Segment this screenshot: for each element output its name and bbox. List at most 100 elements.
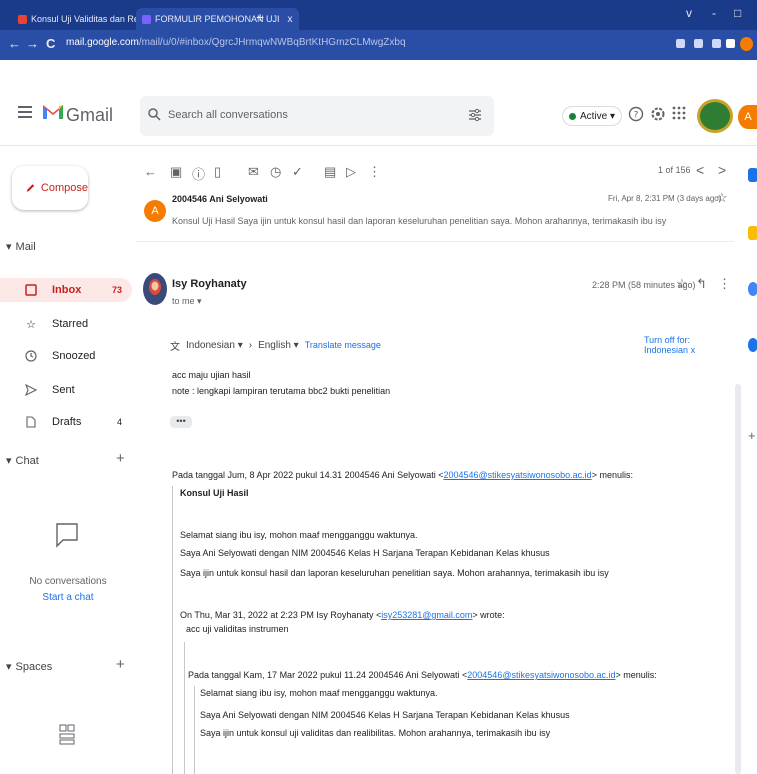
nested-line: Saya Ani Selyowati dengan NIM 2004546 Ke… <box>200 710 570 720</box>
tab-close-icon[interactable]: x <box>288 14 293 25</box>
gmail-wordmark: Gmail <box>66 105 114 125</box>
get-addons-plus-icon[interactable]: + <box>748 428 756 443</box>
inbox-icon <box>24 284 38 296</box>
chat-section-header[interactable]: ▾ Chat <box>6 454 39 468</box>
chevron-down-icon: ▾ <box>6 661 12 673</box>
search-options-icon[interactable] <box>468 108 482 122</box>
browser-tab-bar: Konsul Uji Validitas dan Reliabili x FOR… <box>0 0 757 30</box>
turn-off-translate-link[interactable]: Turn off for: Indonesian x <box>644 335 730 355</box>
mail-section-header[interactable]: ▾ Mail <box>6 240 36 254</box>
show-trimmed-content-button[interactable]: ••• <box>170 416 192 428</box>
close-icon[interactable]: x <box>691 345 696 355</box>
search-input[interactable]: Search all conversations <box>168 109 288 121</box>
sidebar-item-starred[interactable]: ☆ Starred <box>0 312 132 336</box>
quoted-subject: Konsul Uji Hasil <box>180 488 249 498</box>
search-icon[interactable] <box>148 108 161 121</box>
organization-logo[interactable] <box>697 99 733 133</box>
email-link[interactable]: isy253281@gmail.com <box>381 610 472 620</box>
bookmark-star-icon[interactable] <box>712 39 721 48</box>
new-space-plus-icon[interactable]: + <box>116 656 125 673</box>
collapsed-message[interactable]: A 2004546 Ani Selyowati Fri, Apr 8, 2:31… <box>136 190 734 242</box>
delete-icon[interactable]: ▯ <box>214 164 221 180</box>
translate-bar: 文 Indonesian ▾ › English ▾ Translate mes… <box>170 332 730 358</box>
sidebar-item-sent[interactable]: Sent <box>0 378 132 402</box>
newer-button[interactable]: > <box>718 162 726 178</box>
sidebar-item-drafts[interactable]: Drafts 4 <box>0 410 132 434</box>
quote-bar <box>172 486 173 774</box>
chat-bubble-icon <box>56 523 78 548</box>
more-options-icon[interactable]: ⋮ <box>368 164 381 180</box>
start-chat-link[interactable]: Start a chat <box>0 592 136 603</box>
snooze-icon[interactable]: ◷ <box>270 164 281 180</box>
spaces-section-header[interactable]: ▾ Spaces <box>6 660 52 674</box>
add-task-icon[interactable]: ✓ <box>292 164 303 180</box>
search-bar[interactable]: Search all conversations <box>140 96 494 136</box>
report-spam-icon[interactable]: ⓘ <box>192 164 205 183</box>
keep-icon[interactable] <box>748 226 757 240</box>
forward-button[interactable]: → <box>26 37 39 51</box>
on-wrote-line: On Thu, Mar 31, 2022 at 2:23 PM Isy Royh… <box>180 610 505 620</box>
label-icon[interactable]: ▷ <box>346 164 356 180</box>
forms-favicon-icon <box>142 14 151 24</box>
main-menu-icon[interactable] <box>18 106 32 118</box>
contacts-icon[interactable] <box>748 338 757 352</box>
email-link[interactable]: 2004546@stikesyatsiwonosobo.ac.id <box>467 670 615 680</box>
account-avatar[interactable]: A <box>738 105 757 129</box>
older-button[interactable]: < <box>696 162 704 178</box>
back-to-inbox-icon[interactable]: ← <box>144 164 157 179</box>
minimize-button[interactable]: - <box>712 6 716 20</box>
calendar-icon[interactable] <box>748 168 757 182</box>
move-to-icon[interactable]: ▤ <box>324 164 336 180</box>
recipient-details[interactable]: to me ▾ <box>172 296 202 307</box>
gmail-favicon-icon <box>18 14 27 24</box>
previous-sender: 2004546 Ani Selyowati <box>172 194 268 204</box>
tab-search-icon[interactable]: v <box>686 6 692 20</box>
sidebar-item-inbox[interactable]: Inbox 73 <box>0 278 132 302</box>
send-icon <box>24 384 38 396</box>
compose-button[interactable]: Compose <box>12 166 88 210</box>
maximize-button[interactable]: □ <box>734 6 741 20</box>
gmail-logo-icon[interactable] <box>42 102 64 120</box>
source-language-select[interactable]: Indonesian ▾ <box>186 340 243 351</box>
extension-icon[interactable] <box>726 39 735 48</box>
reload-button[interactable]: C <box>46 37 55 51</box>
sidebar-item-snoozed[interactable]: Snoozed <box>0 344 132 368</box>
more-vert-icon[interactable]: ⋮ <box>718 276 731 292</box>
chat-section-label: Chat <box>15 454 39 467</box>
star-icon[interactable]: ☆ <box>716 190 728 206</box>
tasks-icon[interactable] <box>748 282 757 296</box>
location-icon[interactable] <box>676 39 685 48</box>
archive-icon[interactable]: ▣ <box>170 164 182 180</box>
message-scrollbar[interactable] <box>735 384 741 774</box>
target-language-select[interactable]: English ▾ <box>258 340 299 351</box>
apps-grid-icon[interactable] <box>672 106 686 120</box>
share-icon[interactable] <box>694 39 703 48</box>
email-link[interactable]: 2004546@stikesyatsiwonosobo.ac.id <box>443 470 591 480</box>
message-view: ← ▣ ⓘ ▯ ✉ ◷ ✓ ▤ ▷ ⋮ 1 of 156 < > A 20045… <box>136 146 734 774</box>
status-dropdown[interactable]: Active ▾ <box>562 106 623 126</box>
reply-icon[interactable]: ↰ <box>696 276 707 292</box>
gmail-header: Gmail Search all conversations Active ▾ … <box>0 60 757 146</box>
nested-prefix: Pada tanggal Kam, 17 Mar 2022 pukul 11.2… <box>188 670 468 680</box>
sidebar-item-label: Starred <box>52 318 89 330</box>
quoted-line: Saya ijin untuk konsul hasil dan laporan… <box>180 568 609 578</box>
previous-snippet: Konsul Uji Hasil Saya ijin untuk konsul … <box>172 216 667 226</box>
translate-message-link[interactable]: Translate message <box>305 340 381 350</box>
sender-photo[interactable] <box>142 272 168 306</box>
profile-icon[interactable] <box>740 37 753 51</box>
no-conversations-text: No conversations <box>29 576 107 587</box>
address-bar[interactable]: mail.google.com/mail/u/0/#inbox/QgrcJHrm… <box>66 37 406 48</box>
back-button[interactable]: ← <box>8 37 21 51</box>
settings-gear-icon[interactable] <box>650 106 666 122</box>
new-tab-button[interactable]: + <box>256 10 264 24</box>
star-icon[interactable]: ☆ <box>676 276 688 292</box>
arrow-right-icon: › <box>248 339 253 351</box>
browser-tab-2[interactable]: FORMULIR PEMOHONAN UJI x <box>136 8 299 30</box>
nested-quote-intro: Pada tanggal Kam, 17 Mar 2022 pukul 11.2… <box>188 670 657 680</box>
pencil-icon <box>26 184 35 192</box>
mark-unread-icon[interactable]: ✉ <box>248 164 259 180</box>
new-chat-plus-icon[interactable]: + <box>116 450 125 467</box>
acc-line: acc uji validitas instrumen <box>186 624 289 634</box>
help-icon[interactable]: ? <box>628 106 644 122</box>
sender-name[interactable]: Isy Royhanaty <box>172 278 247 290</box>
